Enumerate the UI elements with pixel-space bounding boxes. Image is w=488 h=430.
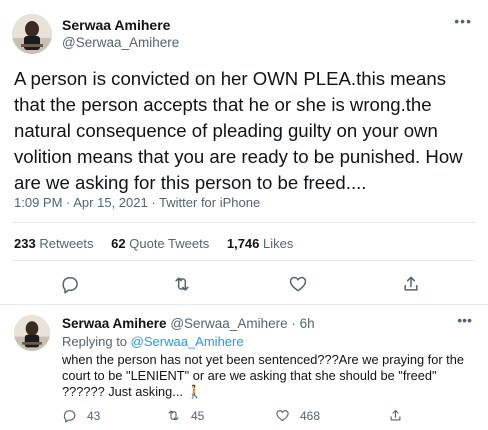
comment-icon	[63, 410, 76, 423]
reply-author-handle[interactable]: @Serwaa_Amihere	[170, 316, 287, 331]
reply-comment-button[interactable]: 43	[62, 408, 100, 423]
tweet-meta: 1:09 PM · Apr 15, 2021 · Twitter for iPh…	[14, 195, 260, 210]
comment-icon[interactable]	[60, 274, 80, 294]
author-avatar[interactable]	[12, 14, 52, 54]
divider	[12, 222, 476, 223]
reply-author-name[interactable]: Serwaa Amihere	[62, 316, 167, 331]
divider	[12, 260, 476, 261]
likes-label: Likes	[263, 236, 294, 251]
avatar-photo	[12, 14, 52, 54]
replying-prefix: Replying to	[62, 334, 128, 349]
reply-like-button[interactable]: 468	[275, 408, 320, 423]
likes-count: 1,746	[226, 236, 260, 251]
tweet-source[interactable]: Twitter for iPhone	[159, 195, 260, 210]
quotes-label: Quote Tweets	[129, 236, 210, 251]
retweets-stat[interactable]: 233 Retweets	[14, 236, 94, 251]
more-icon[interactable]: •••	[457, 313, 472, 327]
tweet-date[interactable]: Apr 15, 2021	[73, 195, 147, 210]
share-icon	[390, 409, 401, 421]
divider	[0, 304, 488, 305]
more-icon[interactable]: •••	[454, 14, 472, 28]
meta-separator: ·	[287, 316, 300, 331]
heart-icon[interactable]	[288, 274, 308, 294]
quotes-count: 62	[111, 236, 126, 251]
quotes-stat[interactable]: 62 Quote Tweets	[111, 236, 209, 251]
reply-count: 43	[87, 408, 101, 423]
retweet-count: 45	[191, 408, 205, 423]
meta-separator: ·	[147, 195, 160, 210]
replying-to-link[interactable]: @Serwaa_Amihere	[131, 334, 244, 349]
retweet-icon	[168, 410, 179, 421]
reply-retweet-button[interactable]: 45	[166, 408, 204, 423]
reply-author-avatar[interactable]	[14, 315, 50, 351]
retweets-label: Retweets	[39, 236, 94, 251]
tweet-time[interactable]: 1:09 PM	[14, 195, 62, 210]
reply-share-button[interactable]	[388, 408, 413, 423]
retweet-icon[interactable]	[172, 274, 192, 294]
heart-icon	[276, 410, 289, 422]
tweet-action-bar	[0, 274, 488, 298]
meta-separator: ·	[62, 195, 74, 210]
reply-action-bar: 43 45 468	[62, 408, 482, 426]
like-count: 468	[300, 408, 321, 423]
reply-text: when the person has not yet been sentenc…	[62, 352, 464, 399]
retweets-count: 233	[14, 236, 36, 251]
author-name[interactable]: Serwaa Amihere	[62, 17, 170, 33]
replying-to: Replying to @Serwaa_Amihere	[62, 334, 244, 349]
share-icon[interactable]	[401, 274, 421, 294]
reply-header: Serwaa Amihere @Serwaa_Amihere · 6h	[62, 316, 315, 331]
likes-stat[interactable]: 1,746 Likes	[227, 236, 294, 251]
tweet-text: A person is convicted on her OWN PLEA.th…	[14, 68, 463, 193]
author-handle[interactable]: @Serwaa_Amihere	[62, 35, 179, 50]
reply-age[interactable]: 6h	[300, 316, 315, 331]
avatar-photo	[14, 315, 50, 351]
tweet-stats: 233 Retweets 62 Quote Tweets 1,746 Likes	[14, 236, 307, 251]
